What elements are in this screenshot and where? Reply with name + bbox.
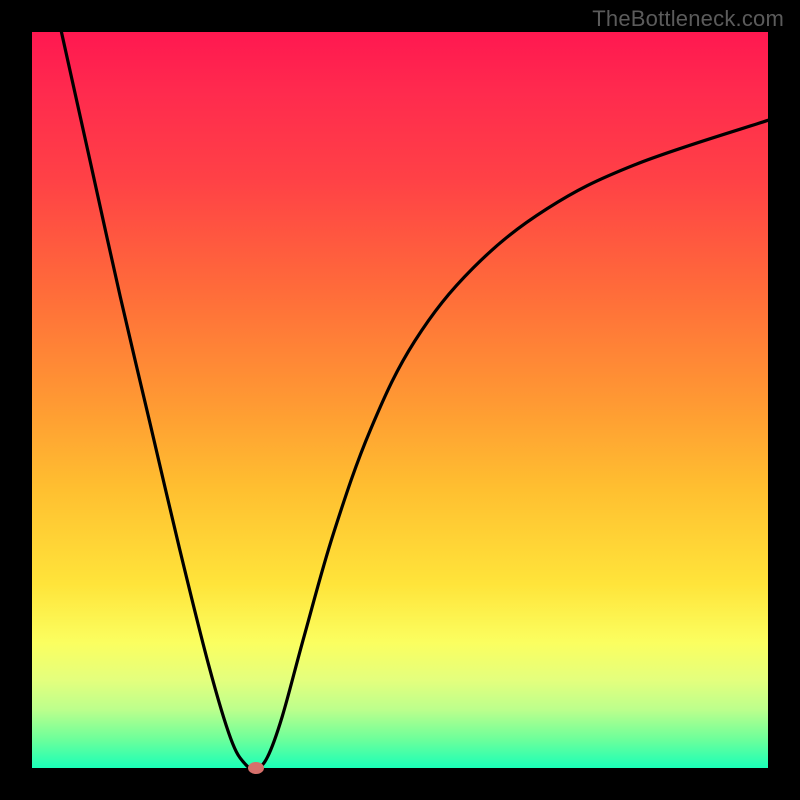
bottleneck-curve [61,32,768,768]
plot-area [32,32,768,768]
curve-svg [32,32,768,768]
watermark-text: TheBottleneck.com [592,6,784,32]
chart-frame: TheBottleneck.com [0,0,800,800]
min-marker [248,762,264,774]
